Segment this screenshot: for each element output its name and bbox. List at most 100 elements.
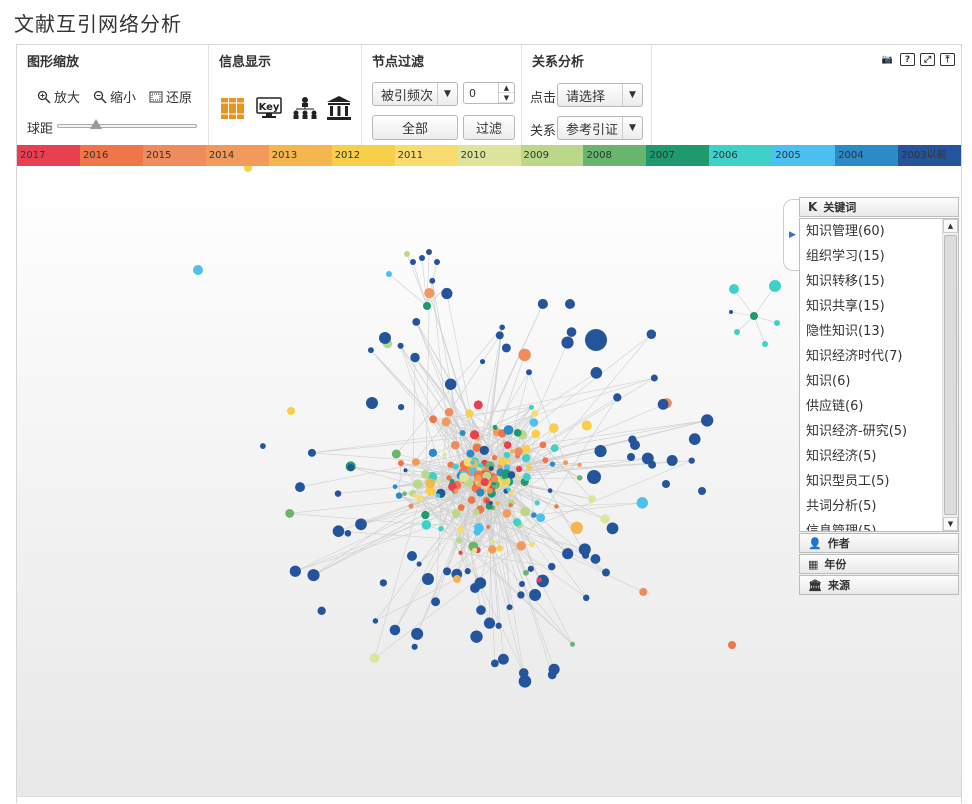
network-node[interactable] [413, 479, 423, 489]
network-node[interactable] [602, 569, 610, 577]
network-node[interactable] [567, 327, 577, 337]
year-2013[interactable]: 2013 [269, 145, 332, 166]
keyword-item[interactable]: 知识经济(5) [800, 444, 958, 469]
year-2011[interactable]: 2011 [395, 145, 458, 166]
network-node[interactable] [333, 525, 345, 537]
slider-thumb[interactable] [90, 119, 102, 129]
network-node[interactable] [519, 668, 529, 678]
network-node[interactable] [587, 470, 601, 484]
network-node[interactable] [529, 542, 534, 547]
network-node[interactable] [570, 522, 582, 534]
network-node[interactable] [422, 520, 432, 530]
year-2004[interactable]: 2004 [835, 145, 898, 166]
network-node[interactable] [518, 349, 530, 361]
network-node[interactable] [647, 330, 657, 340]
tab-keywords[interactable]: K 关键词 [799, 197, 959, 217]
network-node[interactable] [436, 493, 441, 498]
year-2015[interactable]: 2015 [143, 145, 206, 166]
network-node[interactable] [728, 641, 736, 649]
network-node[interactable] [488, 545, 496, 553]
network-node[interactable] [493, 425, 498, 430]
network-node[interactable] [434, 259, 440, 265]
network-node[interactable] [445, 408, 454, 417]
network-node[interactable] [453, 464, 459, 470]
network-node[interactable] [470, 630, 482, 642]
network-node[interactable] [550, 461, 555, 466]
network-node[interactable] [637, 497, 648, 508]
network-node[interactable] [347, 464, 354, 471]
network-node[interactable] [503, 509, 511, 517]
network-node[interactable] [491, 476, 498, 483]
network-node[interactable] [417, 562, 422, 567]
network-node[interactable] [421, 511, 429, 519]
network-node[interactable] [480, 359, 485, 364]
network-node[interactable] [457, 526, 464, 533]
network-node[interactable] [386, 271, 392, 277]
keyword-item[interactable]: 知识共享(15) [800, 294, 958, 319]
network-node[interactable] [562, 548, 573, 559]
network-node[interactable] [307, 569, 319, 581]
network-node[interactable] [769, 280, 781, 292]
keyword-item[interactable]: 共词分析(5) [800, 494, 958, 519]
network-node[interactable] [465, 409, 473, 417]
network-node[interactable] [470, 430, 479, 439]
network-node[interactable] [516, 541, 525, 550]
network-node[interactable] [317, 607, 325, 615]
network-node[interactable] [729, 284, 739, 294]
network-node[interactable] [459, 473, 469, 483]
camera-icon[interactable]: 📷 [880, 53, 895, 66]
ball-distance-slider[interactable] [57, 124, 197, 128]
network-node[interactable] [492, 455, 497, 460]
keyword-item[interactable]: 知识管理(60) [800, 219, 958, 244]
all-button[interactable]: 全部 [372, 115, 458, 140]
network-node[interactable] [508, 503, 512, 507]
network-node[interactable] [662, 480, 670, 488]
network-node[interactable] [523, 570, 529, 576]
network-node[interactable] [398, 343, 404, 349]
network-node[interactable] [651, 375, 658, 382]
network-node[interactable] [398, 460, 404, 466]
network-node[interactable] [648, 461, 656, 469]
network-node[interactable] [577, 463, 581, 467]
network-node[interactable] [582, 552, 589, 559]
network-node[interactable] [613, 393, 621, 401]
network-node[interactable] [548, 563, 556, 571]
stepper-up-icon[interactable]: ▲ [499, 83, 514, 93]
network-node[interactable] [554, 504, 558, 508]
network-node[interactable] [529, 589, 541, 601]
network-node[interactable] [487, 488, 493, 494]
network-node[interactable] [345, 530, 352, 537]
network-node[interactable] [508, 471, 515, 478]
books-icon[interactable] [219, 95, 247, 121]
network-node[interactable] [458, 504, 465, 511]
network-node[interactable] [762, 341, 768, 347]
network-node[interactable] [504, 425, 514, 435]
network-node[interactable] [520, 507, 530, 517]
network-node[interactable] [410, 353, 419, 362]
network-node[interactable] [472, 548, 477, 553]
network-node[interactable] [499, 324, 505, 330]
network-node[interactable] [502, 343, 511, 352]
network-node[interactable] [530, 418, 539, 427]
network-node[interactable] [750, 312, 758, 320]
network-node[interactable] [445, 378, 457, 390]
keyword-list-scrollbar[interactable]: ▲ ▼ [942, 219, 958, 531]
year-2016[interactable]: 2016 [80, 145, 143, 166]
network-node[interactable] [529, 405, 534, 410]
network-node[interactable] [407, 551, 417, 561]
network-node[interactable] [402, 492, 406, 496]
network-node[interactable] [476, 488, 484, 496]
network-node[interactable] [442, 420, 447, 425]
network-node[interactable] [412, 644, 418, 650]
network-node[interactable] [413, 493, 418, 498]
network-node[interactable] [734, 329, 740, 335]
network-node[interactable] [607, 522, 619, 534]
network-node[interactable] [522, 445, 530, 453]
network-node[interactable] [498, 654, 509, 665]
network-node[interactable] [290, 566, 301, 577]
network-node[interactable] [441, 288, 452, 299]
network-node[interactable] [295, 482, 305, 492]
network-node[interactable] [436, 479, 441, 484]
network-node[interactable] [561, 337, 573, 349]
network-node[interactable] [585, 329, 607, 351]
